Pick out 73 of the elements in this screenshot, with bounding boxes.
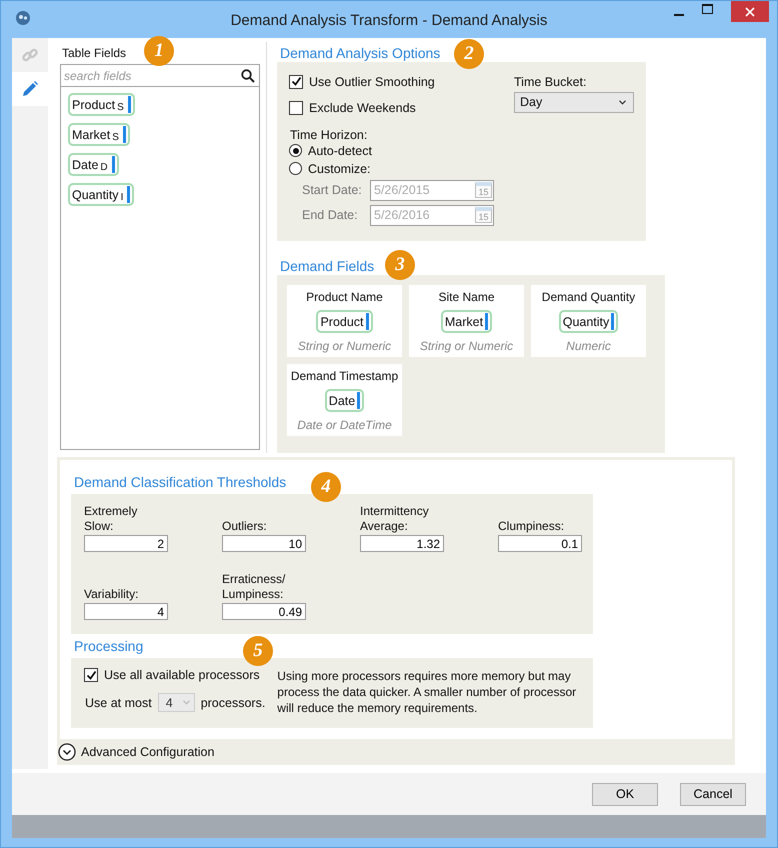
field-label: End Date: — [302, 208, 359, 222]
slot-hint: Date or DateTime — [297, 418, 392, 432]
field-label: Use at most — [85, 696, 152, 710]
checkbox-label: Use all available processors — [104, 668, 260, 682]
checkbox[interactable] — [289, 100, 303, 115]
section-heading: Demand Fields — [280, 258, 374, 274]
radio-label: Auto-detect — [308, 144, 372, 158]
step-badge: 3 — [385, 250, 415, 280]
slot-hint: Numeric — [566, 339, 611, 354]
side-tab[interactable] — [12, 72, 48, 106]
expand-toggle[interactable]: Advanced Configuration — [58, 743, 214, 761]
section-heading: Demand Classification Thresholds — [74, 474, 286, 490]
close-icon — [745, 6, 755, 16]
slot-label: Demand Quantity — [542, 290, 636, 304]
pencil-icon — [21, 80, 39, 98]
slot-hint: String or Numeric — [298, 339, 392, 354]
radio-button[interactable] — [289, 162, 302, 176]
field-label: Intermittency Average: — [360, 504, 430, 534]
field-label: Clumpiness: — [498, 519, 566, 534]
app-icon — [15, 10, 31, 26]
checkbox-label: Use Outlier Smoothing — [309, 74, 435, 89]
section-heading: Demand Analysis Options — [280, 44, 440, 61]
checkbox-label: Exclude Weekends — [309, 100, 416, 115]
checkbox[interactable] — [84, 668, 98, 682]
field-chip[interactable]: Product $_{S}$ — [68, 93, 135, 116]
link-icon — [21, 46, 39, 64]
number-field[interactable]: 0.1 — [498, 535, 582, 552]
field-chip[interactable]: Market $_{S}$ — [68, 123, 130, 146]
field-chip[interactable]: Date — [324, 389, 364, 412]
number-field[interactable]: 1.32 — [360, 535, 444, 552]
number-field[interactable]: 0.49 — [222, 603, 306, 620]
step-badge: 2 — [454, 39, 484, 69]
field-label: Erraticness/ Lumpiness: — [222, 572, 286, 602]
number-field[interactable]: 4 — [84, 603, 168, 620]
maximize-icon[interactable] — [702, 4, 713, 14]
close-button[interactable] — [731, 1, 769, 22]
step-badge: 1 — [144, 36, 174, 66]
chevron-icon — [182, 700, 190, 705]
field-label: Variability: — [84, 587, 140, 602]
field-label: processors. — [200, 696, 266, 710]
chevron-icon — [619, 100, 626, 105]
slot-hint: String or Numeric — [420, 339, 514, 354]
time-bucket-dropdown[interactable]: Day — [514, 92, 634, 113]
slot-label: Demand Timestamp — [290, 369, 398, 384]
number-field[interactable]: 2 — [84, 535, 168, 552]
help-text: Using more processors requires more memory but may process the data quicker. A smaller number of processor will reduce the memory requirements. — [277, 668, 578, 717]
field-chip[interactable]: Quantity — [558, 310, 618, 334]
field-label: Time Bucket: — [514, 74, 588, 89]
step-badge: 4 — [311, 472, 341, 502]
field-chip[interactable]: Product — [316, 310, 373, 334]
field-chip[interactable]: Market — [440, 310, 492, 334]
dialog-button[interactable]: Cancel — [680, 782, 746, 806]
step-badge: 5 — [243, 636, 273, 666]
radio-button[interactable] — [289, 144, 302, 158]
slot-label: Site Name — [438, 290, 495, 304]
radio-label: Customize: — [308, 162, 371, 176]
section-heading: Processing — [74, 638, 144, 654]
dialog-button[interactable]: OK — [592, 782, 658, 806]
field-label: Start Date: — [302, 183, 363, 198]
search-input[interactable]: search fields — [64, 68, 241, 82]
window-title: Demand Analysis Transform - Demand Analysis — [230, 11, 548, 29]
field-chip[interactable]: Date $_{D}$ — [68, 153, 119, 176]
field-label: Time Horizon: — [290, 128, 368, 142]
field-chip[interactable]: Quantity $_{I}$ — [68, 183, 134, 206]
number-field[interactable]: 10 — [222, 535, 306, 552]
search-field[interactable]: search fields — [61, 65, 259, 87]
field-label: Extremely Slow: — [84, 504, 138, 534]
panel-heading: Table Fields — [62, 46, 126, 60]
search-icon[interactable] — [241, 68, 255, 82]
chevron-circle-icon — [58, 743, 76, 761]
field-label: Outliers: — [222, 519, 268, 534]
slot-label: Product Name — [306, 290, 383, 304]
checkbox[interactable] — [289, 74, 303, 89]
